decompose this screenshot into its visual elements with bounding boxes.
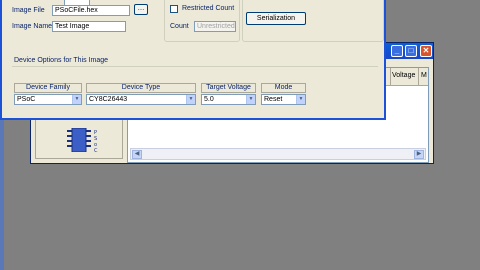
device-family-header: Device Family bbox=[14, 83, 82, 93]
device-type-header: Device Type bbox=[86, 83, 196, 93]
chevron-down-icon[interactable]: ▼ bbox=[72, 95, 81, 104]
image-file-field[interactable]: PSoCFile.hex bbox=[52, 5, 130, 16]
device-family-value: PSoC bbox=[17, 96, 36, 103]
maximize-button[interactable]: □ bbox=[405, 45, 417, 57]
count-label: Count bbox=[170, 23, 189, 30]
scroll-right-icon[interactable]: ▶ bbox=[414, 150, 424, 159]
chip-letter: C bbox=[94, 148, 98, 152]
psoc-chip-icon: P S o C bbox=[67, 128, 98, 152]
device-options-label: Device Options for This Image bbox=[14, 57, 109, 64]
restricted-count-label: Restricted Count bbox=[182, 5, 235, 12]
mode-value: Reset bbox=[264, 96, 283, 103]
column-header-mode[interactable]: M bbox=[418, 68, 430, 86]
chevron-down-icon[interactable]: ▼ bbox=[246, 95, 255, 104]
target-voltage-header: Target Voltage bbox=[201, 83, 256, 93]
horizontal-scrollbar[interactable]: ◀ ▶ bbox=[130, 148, 426, 160]
mode-select[interactable]: Reset ▼ bbox=[261, 94, 306, 105]
image-properties-dialog: Image File PSoCFile.hex … Image Name Tes… bbox=[0, 0, 386, 120]
divider bbox=[12, 66, 378, 67]
image-name-field[interactable]: Test Image bbox=[52, 21, 126, 32]
image-name-label: Image Name bbox=[12, 23, 53, 30]
device-type-value: CY8C26443 bbox=[89, 96, 128, 103]
target-voltage-select[interactable]: 5.0 ▼ bbox=[201, 94, 256, 105]
device-family-select[interactable]: PSoC ▼ bbox=[14, 94, 82, 105]
restricted-count-checkbox[interactable] bbox=[170, 5, 178, 13]
chevron-down-icon[interactable]: ▼ bbox=[186, 95, 195, 104]
minimize-button[interactable]: _ bbox=[391, 45, 403, 57]
target-voltage-value: 5.0 bbox=[204, 96, 214, 103]
chevron-down-icon[interactable]: ▼ bbox=[296, 95, 305, 104]
count-field[interactable]: Unrestricted bbox=[194, 21, 236, 32]
serialization-button[interactable]: Serialization bbox=[246, 12, 306, 25]
browse-button[interactable]: … bbox=[134, 4, 148, 15]
scroll-left-icon[interactable]: ◀ bbox=[132, 150, 142, 159]
close-button[interactable]: ✕ bbox=[420, 45, 432, 57]
mode-header: Mode bbox=[261, 83, 306, 93]
device-icon-panel: P S o C bbox=[35, 119, 123, 159]
column-header-voltage[interactable]: Voltage bbox=[390, 68, 418, 86]
image-file-label: Image File bbox=[12, 7, 45, 14]
device-type-select[interactable]: CY8C26443 ▼ bbox=[86, 94, 196, 105]
